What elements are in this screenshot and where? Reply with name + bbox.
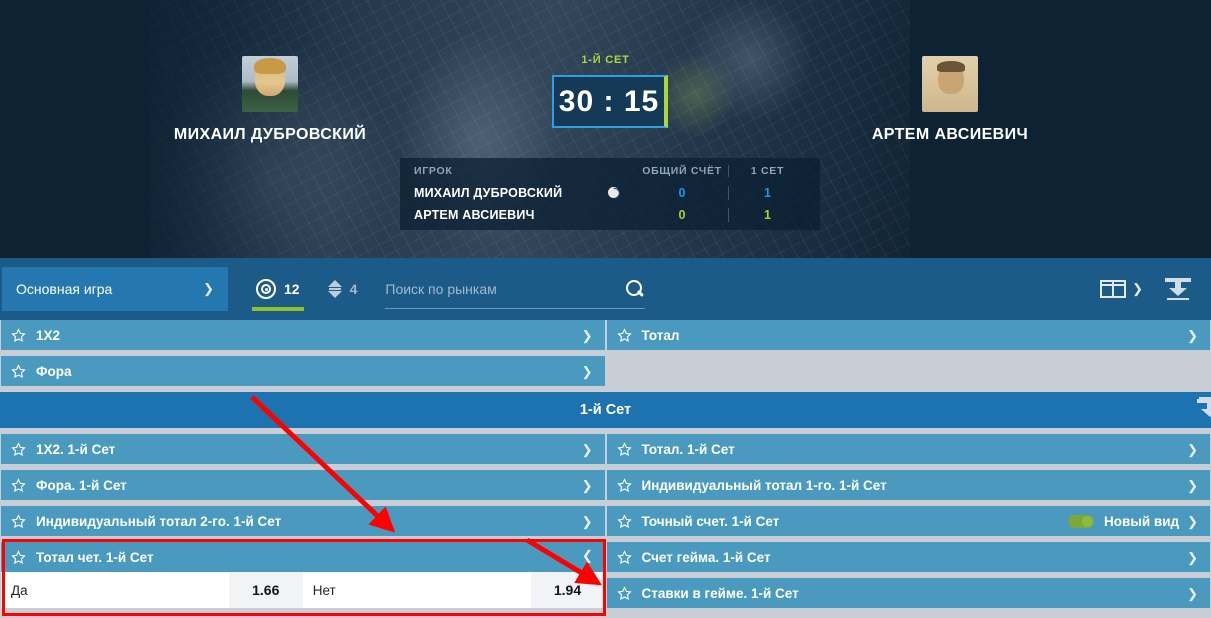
current-set-label: 1-Й СЕТ: [581, 54, 630, 66]
market-row-bets-in-game-set1[interactable]: Ставки в гейме. 1-й Сет ❯: [606, 578, 1210, 608]
market-row-exact-score-set1[interactable]: Точный счет. 1-й Сет Новый вид ❯: [606, 506, 1210, 536]
market-row-1x2[interactable]: 1X2 ❯: [1, 320, 605, 350]
chevron-down-icon: ❯: [581, 513, 593, 529]
tab-all-markets-count: 12: [284, 281, 300, 297]
chevron-down-icon: ❯: [203, 281, 214, 296]
section-header-title: 1-й Сет: [579, 402, 632, 418]
row-total-score: 0: [678, 186, 686, 200]
scoreboard: ИГРОК ОБЩИЙ СЧЁТ 1 СЕТ МИХАИЛ ДУБРОВСКИЙ…: [400, 158, 820, 230]
chevron-down-icon: ❯: [1187, 585, 1198, 601]
star-icon[interactable]: [616, 477, 632, 493]
set-markets-right-column: Тотал. 1-й Сет ❯ Индивидуальный тотал 1-…: [606, 434, 1211, 614]
market-filter-tabs: 12 4: [242, 258, 371, 320]
new-view-toggle[interactable]: [1068, 514, 1095, 528]
chevron-down-icon: ❯: [1187, 477, 1198, 493]
star-icon[interactable]: [616, 585, 632, 601]
annotation-highlight-box: [2, 539, 606, 616]
player-right-name: АРТЕМ АВСИЕВИЧ: [871, 126, 1029, 143]
row-total-score: 0: [678, 208, 686, 222]
star-icon[interactable]: [616, 327, 632, 343]
market-search: [385, 269, 646, 309]
market-row-label: Счет гейма. 1-й Сет: [641, 549, 771, 565]
main-markets-left-column: 1X2 ❯ Фора ❯: [0, 320, 606, 392]
tab-totals-markets-count: 4: [349, 281, 358, 297]
market-row-ind-total-2-set1[interactable]: Индивидуальный тотал 2-го. 1-й Сет ❯: [1, 506, 605, 536]
market-row-1x2-set1[interactable]: 1X2. 1-й Сет ❯: [1, 434, 605, 464]
player-right: АРТЕМ АВСИЕВИЧ: [800, 56, 1100, 144]
row-player-name: АРТЕМ АВСИЕВИЧ: [414, 208, 535, 222]
market-row-ind-total-1-set1[interactable]: Индивидуальный тотал 1-го. 1-й Сет ❯: [606, 470, 1210, 500]
chevron-down-icon: ❯: [1187, 327, 1198, 343]
layout-columns-button[interactable]: ❯: [1100, 280, 1143, 298]
star-icon[interactable]: [11, 363, 26, 379]
market-group-select[interactable]: Основная игра ❯: [2, 267, 228, 311]
search-input[interactable]: [385, 280, 626, 297]
match-page: МИХАИЛ ДУБРОВСКИЙ АРТЕМ АВСИЕВИЧ 1-Й СЕТ…: [0, 0, 1211, 618]
section-header-set1[interactable]: 1-й Сет: [0, 392, 1211, 428]
match-hero: МИХАИЛ ДУБРОВСКИЙ АРТЕМ АВСИЕВИЧ 1-Й СЕТ…: [0, 0, 1211, 258]
row-set1-score: 1: [728, 208, 806, 222]
chevron-down-icon: ❯: [581, 363, 593, 379]
live-score-value: 30 : 15: [558, 84, 660, 118]
tab-all-markets[interactable]: 12: [242, 258, 314, 320]
chevron-down-icon: ❯: [1187, 513, 1198, 529]
col-header-total: ОБЩИЙ СЧЁТ: [642, 165, 722, 177]
markets-toolbar: Основная игра ❯ 12 4 ❯: [0, 258, 1211, 320]
two-columns-icon: [1100, 280, 1127, 298]
star-icon[interactable]: [11, 477, 26, 493]
chevron-down-icon: ❯: [1132, 281, 1143, 296]
star-icon[interactable]: [616, 513, 632, 529]
star-icon[interactable]: [11, 513, 26, 529]
live-score-box: 30 : 15: [552, 75, 668, 128]
col-header-set1: 1 СЕТ: [728, 165, 806, 177]
market-row-label: 1X2. 1-й Сет: [36, 441, 116, 457]
scoreboard-row: АРТЕМ АВСИЕВИЧ 0 1: [400, 204, 820, 226]
tab-totals-markets[interactable]: 4: [314, 258, 372, 320]
chevron-down-icon: ❯: [581, 477, 593, 493]
toolbar-right-actions: ❯: [1100, 278, 1211, 300]
main-markets-columns: 1X2 ❯ Фора ❯ Тотал ❯: [0, 320, 1211, 392]
market-row-label: Тотал. 1-й Сет: [641, 441, 735, 457]
collapse-all-icon[interactable]: [1165, 278, 1191, 300]
market-row-placeholder: [607, 356, 1211, 386]
star-icon[interactable]: [616, 549, 632, 565]
market-row-label: Тотал: [641, 327, 680, 343]
market-row-total-set1[interactable]: Тотал. 1-й Сет ❯: [606, 434, 1210, 464]
player-left: МИХАИЛ ДУБРОВСКИЙ: [120, 56, 420, 144]
star-icon[interactable]: [11, 441, 26, 457]
market-row-fora[interactable]: Фора ❯: [1, 356, 605, 386]
star-icon[interactable]: [616, 441, 632, 457]
up-down-icon: [327, 279, 342, 299]
chevron-down-icon: ❯: [581, 327, 593, 343]
main-markets-right-column: Тотал ❯: [606, 320, 1211, 392]
market-row-label: Индивидуальный тотал 2-го. 1-й Сет: [36, 513, 282, 529]
scoreboard-row: МИХАИЛ ДУБРОВСКИЙ 0 1: [400, 182, 820, 204]
market-row-label: 1X2: [36, 327, 61, 343]
market-row-label: Ставки в гейме. 1-й Сет: [641, 585, 799, 601]
market-row-label: Точный счет. 1-й Сет: [641, 513, 780, 529]
market-row-label: Индивидуальный тотал 1-го. 1-й Сет: [641, 477, 887, 493]
market-row-label: Фора. 1-й Сет: [36, 477, 127, 493]
star-icon[interactable]: [11, 327, 26, 343]
market-group-select-label: Основная игра: [16, 281, 113, 297]
chevron-down-icon: ❯: [1187, 441, 1198, 457]
new-view-label: Новый вид: [1104, 513, 1180, 529]
tennis-ball-icon: [607, 187, 619, 199]
search-icon[interactable]: [625, 279, 645, 299]
player-left-name: МИХАИЛ ДУБРОВСКИЙ: [173, 126, 367, 143]
chevron-down-icon: ❯: [1187, 549, 1198, 565]
chevron-down-icon: ❯: [581, 441, 593, 457]
scoreboard-header: ИГРОК ОБЩИЙ СЧЁТ 1 СЕТ: [400, 160, 820, 182]
market-row-label: Фора: [36, 363, 72, 379]
market-row-game-score-set1[interactable]: Счет гейма. 1-й Сет ❯: [606, 542, 1210, 572]
target-icon: [256, 279, 276, 299]
row-player-name: МИХАИЛ ДУБРОВСКИЙ: [414, 186, 563, 200]
col-header-player: ИГРОК: [414, 165, 453, 177]
serve-indicator: [590, 184, 636, 202]
row-set1-score: 1: [728, 186, 806, 200]
market-row-fora-set1[interactable]: Фора. 1-й Сет ❯: [1, 470, 605, 500]
market-row-total[interactable]: Тотал ❯: [606, 320, 1210, 350]
